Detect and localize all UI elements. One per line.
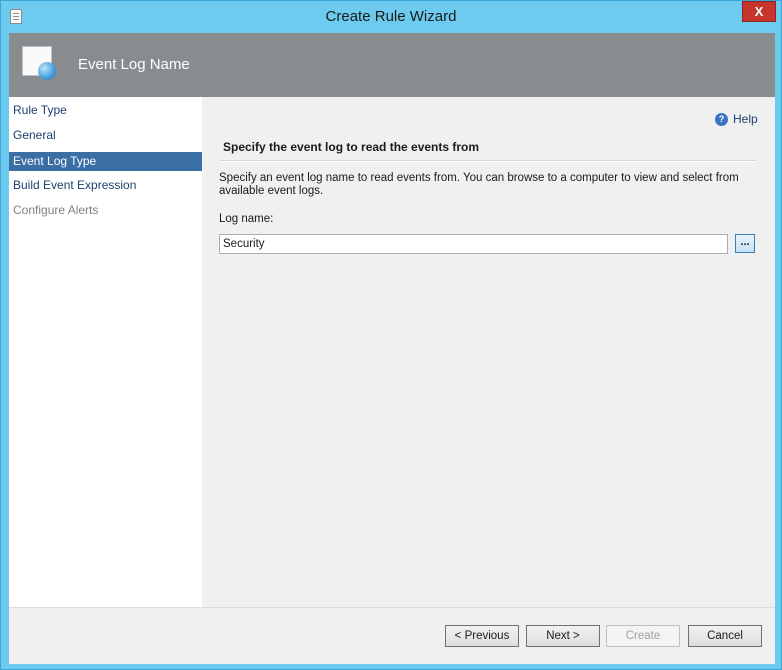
nav-item-configure-alerts: Configure Alerts	[13, 203, 99, 217]
previous-button[interactable]: < Previous	[445, 625, 519, 647]
section-divider	[219, 160, 757, 162]
nav-item-event-log-type[interactable]: Event Log Type	[9, 152, 202, 171]
section-description: Specify an event log name to read events…	[219, 172, 739, 197]
wizard-header: Event Log Name	[9, 33, 775, 97]
page-globe-icon	[22, 46, 56, 80]
wizard-content: ? Help Specify the event log to read the…	[202, 97, 775, 607]
browse-button[interactable]: ...	[735, 234, 755, 253]
close-button[interactable]: X	[742, 1, 776, 22]
log-name-label: Log name:	[219, 213, 274, 225]
window-title: Create Rule Wizard	[325, 8, 457, 25]
wizard-client-area: Event Log Name Rule Type General Event L…	[9, 33, 775, 664]
nav-item-build-event-expression[interactable]: Build Event Expression	[9, 176, 202, 195]
nav-item-general[interactable]: General	[9, 126, 202, 145]
title-bar[interactable]: Create Rule Wizard X	[1, 1, 781, 33]
wizard-window: Create Rule Wizard X Event Log Name Rule…	[0, 0, 782, 670]
create-button: Create	[606, 625, 680, 647]
log-name-input[interactable]	[219, 234, 728, 254]
wizard-steps-nav: Rule Type General Event Log Type Build E…	[9, 97, 202, 607]
cancel-button[interactable]: Cancel	[688, 625, 762, 647]
header-title: Event Log Name	[78, 56, 190, 73]
wizard-footer: < Previous Next > Create Cancel	[9, 607, 775, 664]
help-icon[interactable]: ?	[715, 113, 728, 126]
nav-item-rule-type[interactable]: Rule Type	[9, 101, 202, 120]
help-link[interactable]: Help	[733, 112, 758, 126]
next-button[interactable]: Next >	[526, 625, 600, 647]
section-title: Specify the event log to read the events…	[223, 140, 480, 154]
